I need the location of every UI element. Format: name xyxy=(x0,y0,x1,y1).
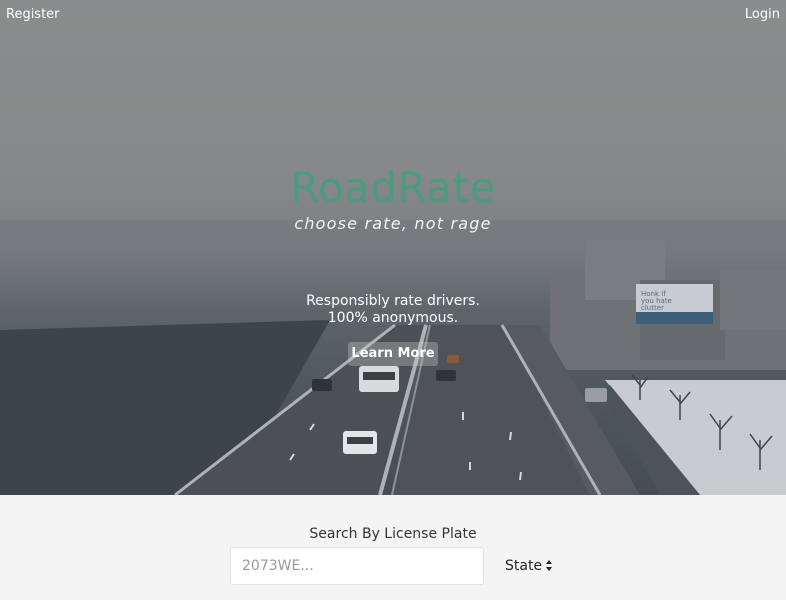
license-plate-input[interactable] xyxy=(230,547,484,585)
learn-more-button[interactable]: Learn More xyxy=(348,342,438,366)
register-link[interactable]: Register xyxy=(6,7,60,22)
hero-banner: Honk if you hate clutter Register Login … xyxy=(0,0,786,495)
pitch-line: 100% anonymous. xyxy=(327,310,459,326)
search-title: Search By License Plate xyxy=(309,526,477,542)
pitch-line: Responsibly rate drivers. xyxy=(306,293,480,309)
brand-title: RoadRate xyxy=(290,163,496,212)
tagline: choose rate, not rage xyxy=(294,214,492,233)
select-arrows-icon[interactable] xyxy=(545,559,553,573)
state-select[interactable]: State xyxy=(505,558,542,574)
hero-pitch: Responsibly rate drivers. 100% anonymous… xyxy=(0,293,786,327)
hero-background-image: Honk if you hate clutter xyxy=(0,220,786,495)
login-link[interactable]: Login xyxy=(745,7,780,22)
